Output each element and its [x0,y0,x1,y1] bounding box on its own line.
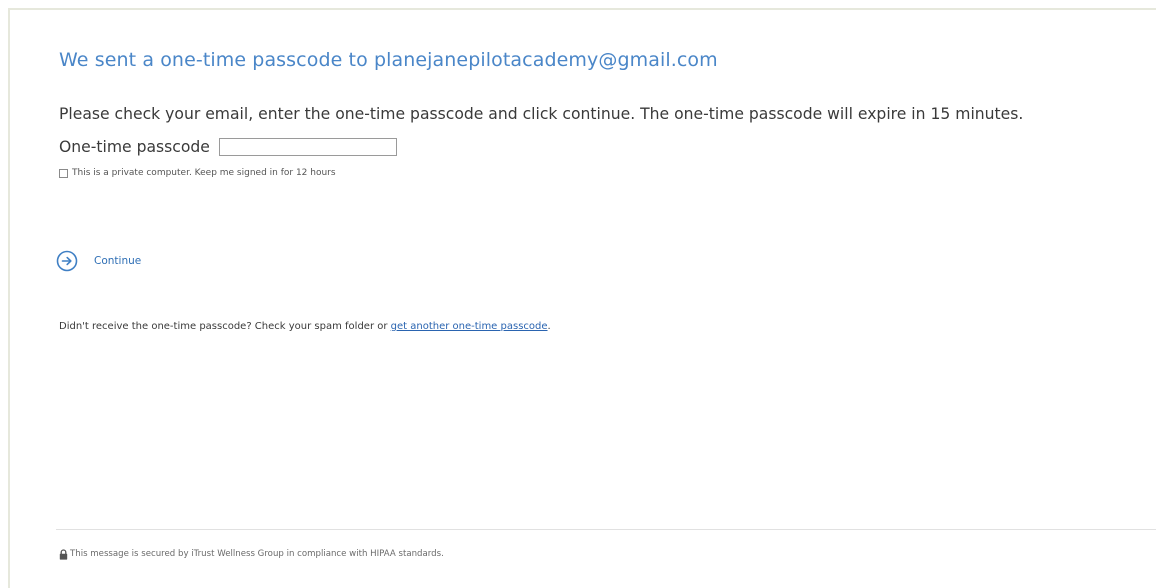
get-another-passcode-link[interactable]: get another one-time passcode [391,321,548,332]
page-frame: We sent a one-time passcode to planejane… [8,8,1156,588]
resend-suffix: . [547,321,551,332]
passcode-input[interactable] [218,138,397,156]
footer: This message is secured by iTrust Wellne… [59,547,444,561]
arrow-right-circle-icon[interactable] [56,250,78,272]
keep-signed-in-row: This is a private computer. Keep me sign… [59,166,336,180]
continue-label[interactable]: Continue [94,255,141,267]
continue-button[interactable]: Continue [56,249,141,273]
footer-text: This message is secured by iTrust Wellne… [70,549,444,559]
keep-signed-in-checkbox[interactable] [59,168,68,178]
resend-message: Didn't receive the one-time passcode? Ch… [59,321,551,332]
footer-divider [56,529,1156,530]
resend-prefix: Didn't receive the one-time passcode? Ch… [59,321,391,332]
passcode-label: One-time passcode [59,138,210,156]
lock-icon [59,548,68,560]
keep-signed-in-label[interactable]: This is a private computer. Keep me sign… [72,168,336,178]
instructions-text: Please check your email, enter the one-t… [59,105,1024,123]
passcode-row: One-time passcode [59,136,397,158]
page-title: We sent a one-time passcode to planejane… [59,49,718,71]
